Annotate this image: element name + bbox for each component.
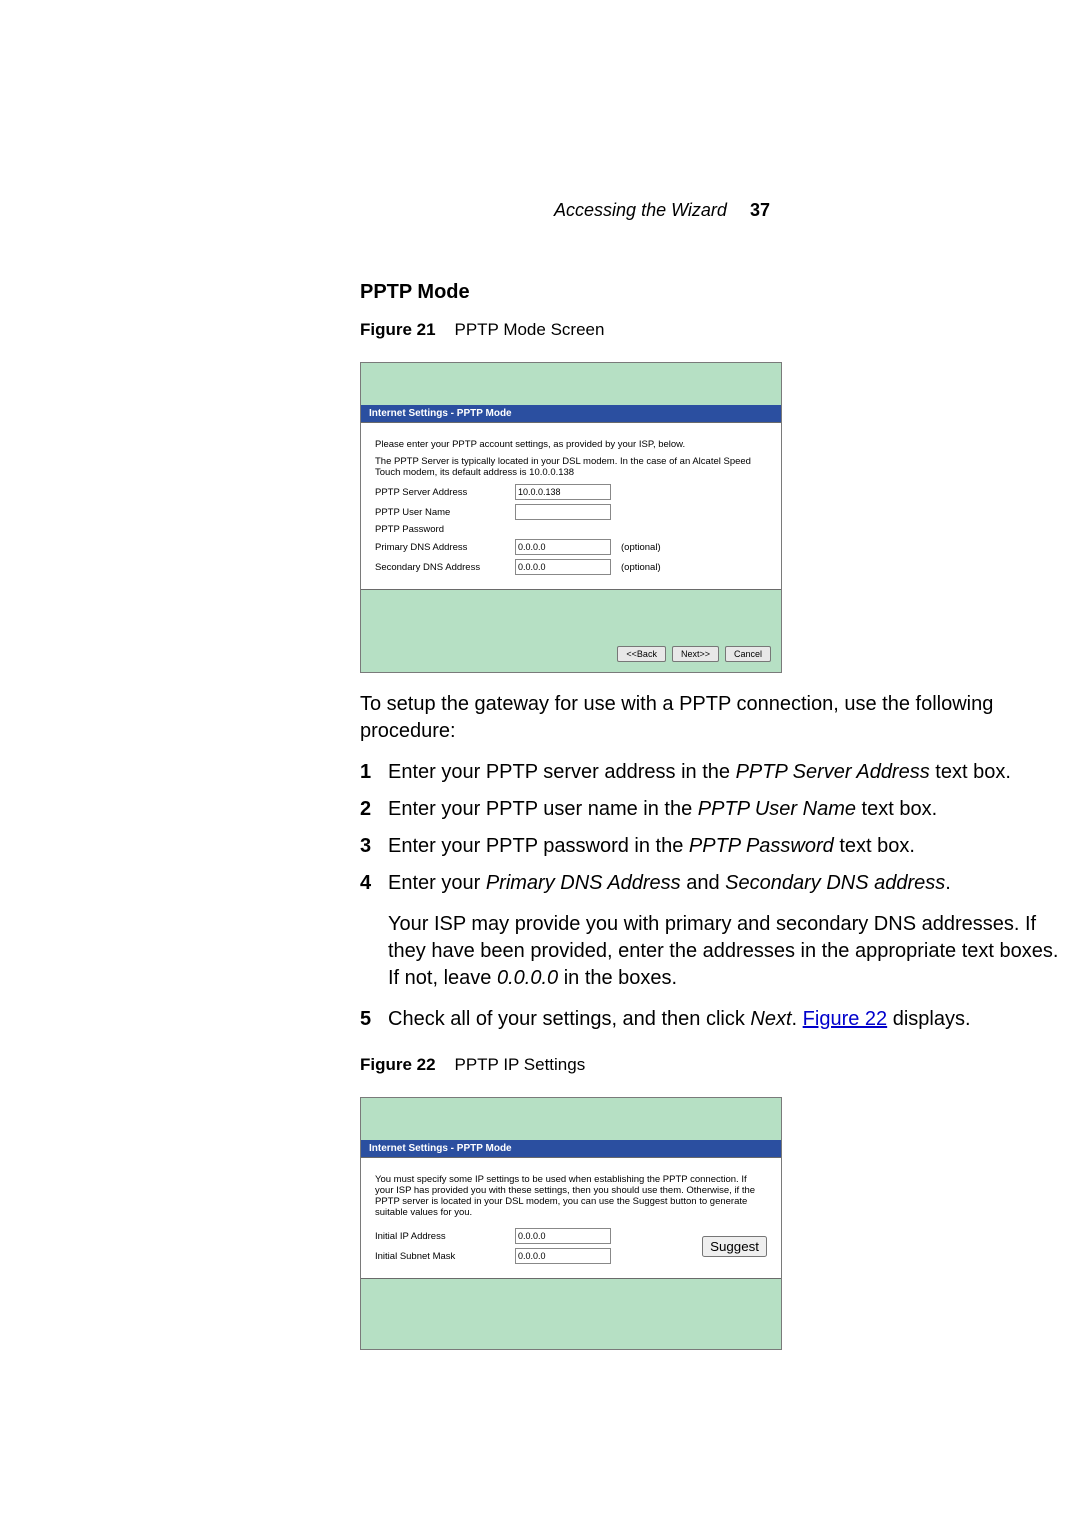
content-column: PPTP Mode Figure 21 PPTP Mode Screen Int… [360, 281, 1060, 1350]
step-4-para: Your ISP may provide you with primary an… [388, 911, 1060, 992]
figure21-window: Internet Settings - PPTP Mode Please ent… [360, 362, 782, 673]
figure21-titlebar: Internet Settings - PPTP Mode [361, 405, 781, 422]
figure22-titlebar: Internet Settings - PPTP Mode [361, 1140, 781, 1157]
row-password: PPTP Password [375, 524, 767, 535]
suggest-area: Suggest [702, 1224, 767, 1268]
input-ip[interactable] [515, 1228, 611, 1244]
figure22-intro: You must specify some IP settings to be … [375, 1174, 767, 1218]
label-sdns: Secondary DNS Address [375, 562, 515, 573]
step-text: Enter your PPTP server address in the [388, 761, 736, 783]
window-padding [361, 1279, 781, 1349]
figure21-label: Figure 21 [360, 320, 436, 339]
step-number: 5 [360, 1006, 371, 1033]
row-mask: Initial Subnet Mask [375, 1248, 702, 1264]
input-user[interactable] [515, 504, 611, 520]
step-text: Check all of your settings, and then cli… [388, 1008, 750, 1030]
procedure-list: 1 Enter your PPTP server address in the … [360, 759, 1060, 1033]
label-server: PPTP Server Address [375, 487, 515, 498]
step-5: 5 Check all of your settings, and then c… [360, 1006, 1060, 1033]
input-mask[interactable] [515, 1248, 611, 1264]
step-emph: Secondary DNS address [725, 872, 945, 894]
label-mask: Initial Subnet Mask [375, 1251, 515, 1262]
step-number: 2 [360, 796, 371, 823]
step-text: Your ISP may provide you with primary an… [388, 913, 1058, 989]
row-sdns: Secondary DNS Address (optional) [375, 559, 767, 575]
hint-sdns: (optional) [621, 562, 661, 573]
figure21-buttons: <<Back Next>> Cancel [361, 640, 781, 672]
figure22-text: PPTP IP Settings [455, 1055, 586, 1074]
document-page: Accessing the Wizard 37 PPTP Mode Figure… [0, 0, 1080, 1428]
step-text: in the boxes. [558, 967, 677, 989]
figure22-fields-block: Initial IP Address Initial Subnet Mask S… [375, 1224, 767, 1268]
input-server[interactable] [515, 484, 611, 500]
input-pdns[interactable] [515, 539, 611, 555]
step-emph: PPTP Server Address [736, 761, 930, 783]
cancel-button[interactable]: Cancel [725, 646, 771, 662]
back-button[interactable]: <<Back [617, 646, 666, 662]
row-pdns: Primary DNS Address (optional) [375, 539, 767, 555]
step-4: 4 Enter your Primary DNS Address and Sec… [360, 870, 1060, 992]
step-number: 1 [360, 759, 371, 786]
running-header: Accessing the Wizard 37 [60, 200, 1020, 221]
step-text: Enter your PPTP user name in the [388, 798, 698, 820]
row-server: PPTP Server Address [375, 484, 767, 500]
header-section: Accessing the Wizard [554, 200, 727, 220]
label-user: PPTP User Name [375, 507, 515, 518]
step-number: 3 [360, 833, 371, 860]
label-password: PPTP Password [375, 524, 515, 535]
figure22-caption: Figure 22 PPTP IP Settings [360, 1055, 1060, 1075]
figure22-label: Figure 22 [360, 1055, 436, 1074]
step-number: 4 [360, 870, 371, 897]
step-text: . [945, 872, 951, 894]
step-1: 1 Enter your PPTP server address in the … [360, 759, 1060, 786]
step-emph: Primary DNS Address [486, 872, 681, 894]
figure21-caption: Figure 21 PPTP Mode Screen [360, 320, 1060, 340]
step-text: Enter your [388, 872, 486, 894]
figure22-panel: You must specify some IP settings to be … [361, 1157, 781, 1279]
label-ip: Initial IP Address [375, 1231, 515, 1242]
figure21-intro2: The PPTP Server is typically located in … [375, 456, 767, 478]
step-3: 3 Enter your PPTP password in the PPTP P… [360, 833, 1060, 860]
step-emph: 0.0.0.0 [497, 967, 558, 989]
window-padding [361, 590, 781, 640]
hint-pdns: (optional) [621, 542, 661, 553]
step-text: . [792, 1008, 803, 1030]
figure21-text: PPTP Mode Screen [455, 320, 605, 339]
step-text: text box. [834, 835, 915, 857]
header-page-number: 37 [750, 200, 770, 220]
step-emph: Next [750, 1008, 791, 1030]
step-text: displays. [887, 1008, 970, 1030]
step-text: Enter your PPTP password in the [388, 835, 689, 857]
window-padding [361, 363, 781, 405]
step-text: text box. [856, 798, 937, 820]
step-2: 2 Enter your PPTP user name in the PPTP … [360, 796, 1060, 823]
section-title: PPTP Mode [360, 281, 1060, 304]
step-emph: PPTP User Name [698, 798, 856, 820]
figure21-panel: Please enter your PPTP account settings,… [361, 422, 781, 590]
step-text: text box. [930, 761, 1011, 783]
body-after-fig21: To setup the gateway for use with a PPTP… [360, 691, 1060, 745]
label-pdns: Primary DNS Address [375, 542, 515, 553]
figure22-fields: Initial IP Address Initial Subnet Mask [375, 1224, 702, 1268]
step-text: and [681, 872, 725, 894]
figure22-window: Internet Settings - PPTP Mode You must s… [360, 1097, 782, 1350]
row-user: PPTP User Name [375, 504, 767, 520]
step-emph: PPTP Password [689, 835, 834, 857]
input-sdns[interactable] [515, 559, 611, 575]
row-ip: Initial IP Address [375, 1228, 702, 1244]
window-padding [361, 1098, 781, 1140]
next-button[interactable]: Next>> [672, 646, 719, 662]
figure22-link[interactable]: Figure 22 [803, 1008, 888, 1030]
suggest-button[interactable]: Suggest [702, 1236, 767, 1257]
figure21-intro1: Please enter your PPTP account settings,… [375, 439, 767, 450]
